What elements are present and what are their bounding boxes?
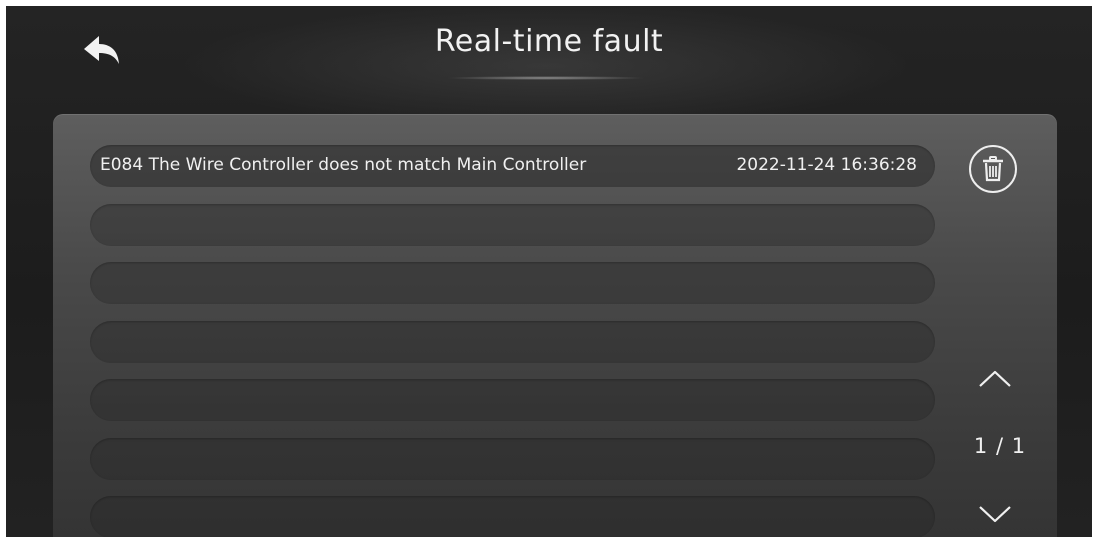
side-controls: 1 / 1	[963, 114, 1057, 537]
page-up-button[interactable]	[971, 364, 1019, 394]
page-title: Real-time fault	[434, 24, 664, 59]
fault-list: E084 The Wire Controller does not match …	[90, 145, 935, 537]
fault-row[interactable]	[90, 262, 935, 304]
fault-row[interactable]	[90, 320, 935, 363]
delete-button[interactable]	[969, 145, 1017, 193]
fault-row[interactable]	[90, 379, 935, 421]
screen: Real-time fault E084 The Wire Controller…	[6, 6, 1092, 537]
fault-row[interactable]	[90, 203, 935, 246]
fault-row[interactable]	[90, 496, 935, 537]
header: Real-time fault	[6, 6, 1092, 98]
fault-time: 2022-11-24 16:36:28	[736, 155, 917, 175]
fault-list-panel: E084 The Wire Controller does not match …	[53, 114, 1057, 537]
fault-row[interactable]	[90, 437, 935, 480]
page-down-button[interactable]	[971, 499, 1019, 529]
chevron-up-icon	[979, 370, 1011, 387]
trash-icon	[983, 156, 1003, 182]
fault-row[interactable]: E084 The Wire Controller does not match …	[90, 145, 935, 187]
title-underline	[446, 76, 646, 80]
chevron-down-icon	[979, 506, 1011, 523]
fault-description: E084 The Wire Controller does not match …	[100, 155, 587, 175]
page-indicator: 1 / 1	[973, 434, 1027, 458]
